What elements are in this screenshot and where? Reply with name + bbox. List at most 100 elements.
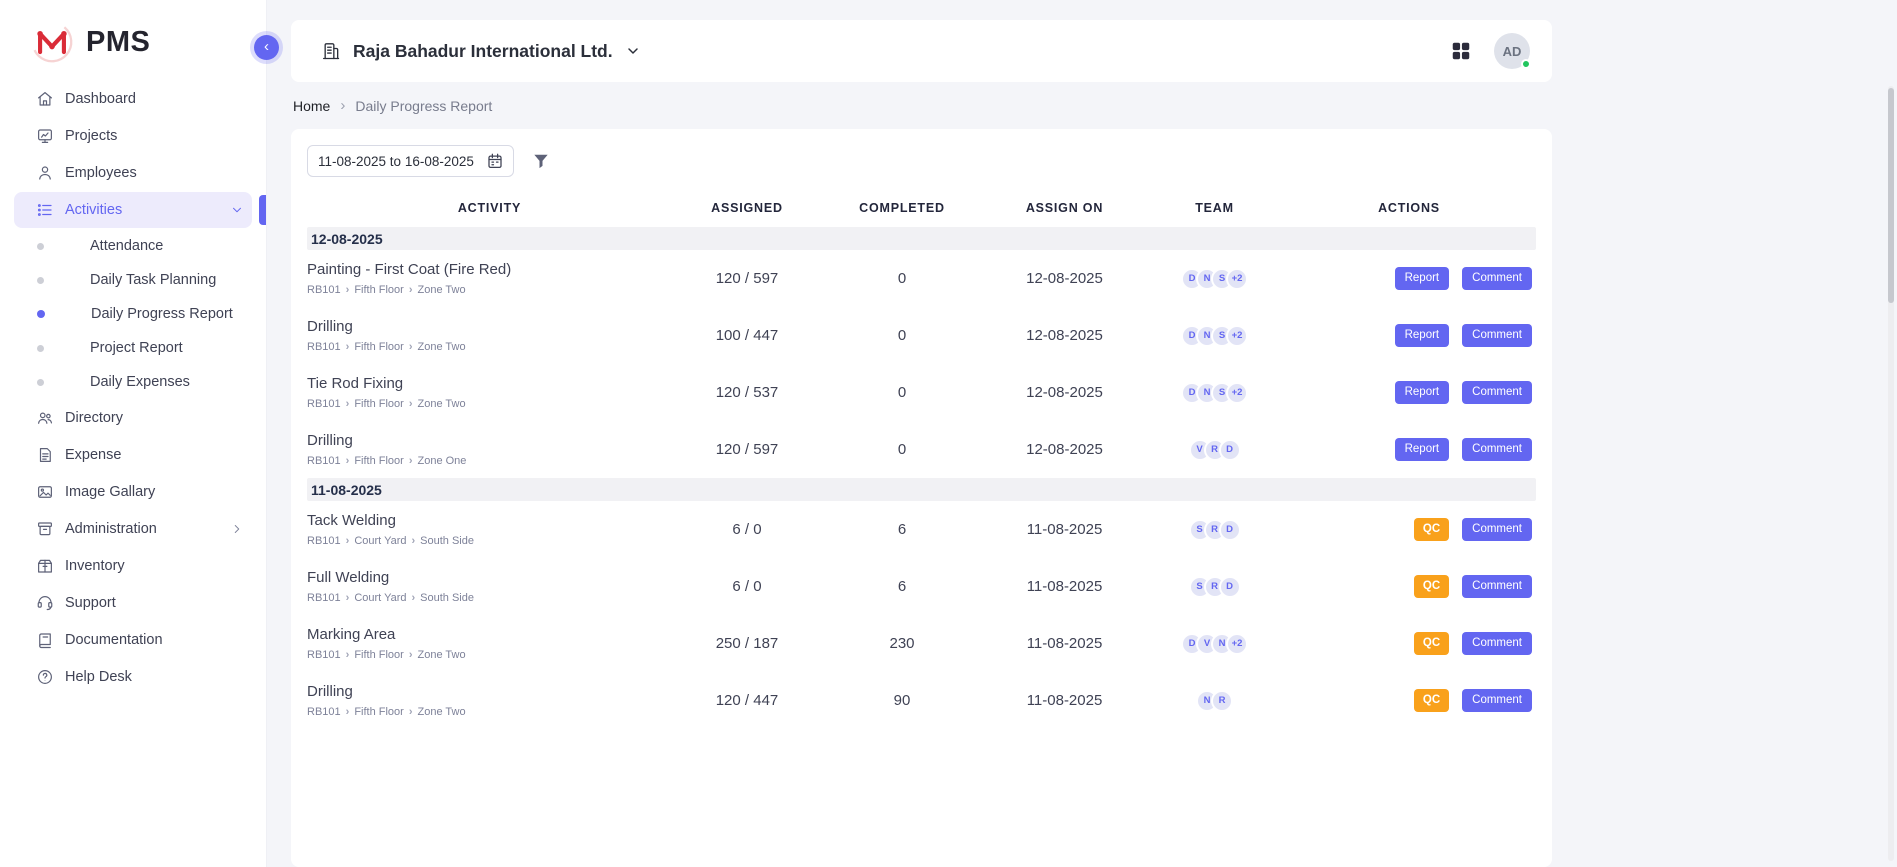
filter-icon: [531, 151, 551, 171]
team-avatar: D: [1219, 439, 1241, 461]
qc-button[interactable]: QC: [1414, 689, 1449, 712]
avatar-initials: AD: [1503, 44, 1522, 59]
sidebar-item-image-gallary[interactable]: Image Gallary: [14, 474, 252, 510]
actions-cell: QC Comment: [1282, 632, 1536, 655]
user-avatar[interactable]: AD: [1494, 33, 1530, 69]
path-segment: Zone One: [418, 455, 467, 467]
path-segment: Court Yard: [354, 535, 406, 547]
chevron-left-icon: ‹: [264, 39, 269, 54]
activity-cell: DrillingRB101›Fifth Floor›Zone One: [307, 432, 672, 467]
sidebar-item-projects[interactable]: Projects: [14, 118, 252, 154]
path-segment: RB101: [307, 455, 341, 467]
completed-cell: 6: [822, 521, 982, 538]
assign-on-cell: 12-08-2025: [982, 384, 1147, 401]
date-range-input[interactable]: 11-08-2025 to 16-08-2025: [307, 145, 514, 177]
report-button[interactable]: Report: [1395, 267, 1450, 290]
path-segment: RB101: [307, 649, 341, 661]
projects-icon: [36, 127, 54, 145]
activity-name: Marking Area: [307, 626, 662, 643]
comment-button[interactable]: Comment: [1462, 381, 1532, 404]
date-range-value: 11-08-2025 to 16-08-2025: [318, 154, 474, 169]
sidebar-item-daily-expenses[interactable]: Daily Expenses: [0, 365, 266, 399]
activity-path: RB101›Fifth Floor›Zone Two: [307, 284, 662, 296]
activity-cell: DrillingRB101›Fifth Floor›Zone Two: [307, 683, 672, 718]
actions-cell: QC Comment: [1282, 689, 1536, 712]
chevron-right-icon: ›: [346, 284, 350, 296]
sidebar: PMS Dashboard ProjectsEmployeesActivities…: [0, 0, 267, 867]
table-header-row: ACTIVITYASSIGNEDCOMPLETEDASSIGN ONTEAMAC…: [307, 189, 1536, 227]
qc-button[interactable]: QC: [1414, 518, 1449, 541]
sidebar-item-dashboard[interactable]: Dashboard: [14, 81, 252, 117]
bullet-icon: [37, 243, 44, 250]
sidebar-item-label: Dashboard: [65, 91, 136, 107]
sidebar-item-support[interactable]: Support: [14, 585, 252, 621]
sidebar-item-employees[interactable]: Employees: [14, 155, 252, 191]
assign-on-cell: 11-08-2025: [982, 635, 1147, 652]
filters-row: 11-08-2025 to 16-08-2025: [307, 145, 1536, 177]
comment-button[interactable]: Comment: [1462, 689, 1532, 712]
sidebar-item-inventory[interactable]: Inventory: [14, 548, 252, 584]
team-more-badge[interactable]: +2: [1226, 633, 1248, 655]
comment-button[interactable]: Comment: [1462, 438, 1532, 461]
sidebar-item-daily-progress-report[interactable]: Daily Progress Report: [0, 297, 266, 331]
comment-button[interactable]: Comment: [1462, 324, 1532, 347]
path-segment: Zone Two: [418, 341, 466, 353]
scrollbar-thumb[interactable]: [1888, 88, 1894, 303]
sidebar-item-project-report[interactable]: Project Report: [0, 331, 266, 365]
report-button[interactable]: Report: [1395, 324, 1450, 347]
qc-button[interactable]: QC: [1414, 632, 1449, 655]
team-cell: DVN+2: [1147, 633, 1282, 655]
sidebar-item-help-desk[interactable]: Help Desk: [14, 659, 252, 695]
activity-cell: Tie Rod FixingRB101›Fifth Floor›Zone Two: [307, 375, 672, 410]
filter-button[interactable]: [531, 151, 551, 171]
logo[interactable]: PMS: [0, 0, 266, 74]
qc-button[interactable]: QC: [1414, 575, 1449, 598]
comment-button[interactable]: Comment: [1462, 518, 1532, 541]
sidebar-item-expense[interactable]: Expense: [14, 437, 252, 473]
company-selector[interactable]: Raja Bahadur International Ltd.: [321, 41, 641, 62]
sidebar-collapse-button[interactable]: ‹: [254, 35, 279, 60]
column-header-completed: COMPLETED: [822, 201, 982, 215]
path-segment: South Side: [420, 535, 474, 547]
sidebar-item-directory[interactable]: Directory: [14, 400, 252, 436]
activity-path: RB101›Fifth Floor›Zone Two: [307, 649, 662, 661]
team-more-badge[interactable]: +2: [1226, 382, 1248, 404]
sidebar-item-documentation[interactable]: Documentation: [14, 622, 252, 658]
comment-button[interactable]: Comment: [1462, 575, 1532, 598]
sidebar-item-activities[interactable]: Activities: [14, 192, 252, 228]
inventory-icon: [36, 557, 54, 575]
directory-icon: [36, 409, 54, 427]
team-more-badge[interactable]: +2: [1226, 268, 1248, 290]
topbar-right: AD: [1450, 33, 1530, 69]
path-segment: Fifth Floor: [354, 455, 404, 467]
sidebar-subitem-label: Daily Task Planning: [90, 272, 216, 288]
actions-cell: Report Comment: [1282, 438, 1536, 461]
completed-cell: 0: [822, 441, 982, 458]
comment-button[interactable]: Comment: [1462, 267, 1532, 290]
column-header-team: TEAM: [1147, 201, 1282, 215]
actions-cell: Report Comment: [1282, 324, 1536, 347]
report-button[interactable]: Report: [1395, 381, 1450, 404]
documentation-icon: [36, 631, 54, 649]
breadcrumb-home[interactable]: Home: [293, 98, 330, 114]
online-status-dot: [1521, 59, 1531, 69]
path-segment: Zone Two: [418, 706, 466, 718]
apps-grid-button[interactable]: [1450, 40, 1472, 62]
comment-button[interactable]: Comment: [1462, 632, 1532, 655]
assigned-cell: 100 / 447: [672, 327, 822, 344]
table-row: Marking Area RB101›Fifth Floor›Zone Two 25…: [307, 615, 1536, 672]
sidebar-item-attendance[interactable]: Attendance: [0, 229, 266, 263]
sidebar-subitem-label: Daily Progress Report: [91, 306, 233, 322]
completed-cell: 0: [822, 270, 982, 287]
team-more-badge[interactable]: +2: [1226, 325, 1248, 347]
activity-cell: Tack WeldingRB101›Court Yard›South Side: [307, 512, 672, 547]
assigned-cell: 250 / 187: [672, 635, 822, 652]
path-segment: Zone Two: [418, 284, 466, 296]
report-button[interactable]: Report: [1395, 438, 1450, 461]
path-segment: South Side: [420, 592, 474, 604]
sidebar-item-label: Documentation: [65, 632, 163, 648]
sidebar-item-administration[interactable]: Administration: [14, 511, 252, 547]
sidebar-item-daily-task-planning[interactable]: Daily Task Planning: [0, 263, 266, 297]
activity-path: RB101›Court Yard›South Side: [307, 592, 662, 604]
sidebar-subitem-label: Project Report: [90, 340, 183, 356]
